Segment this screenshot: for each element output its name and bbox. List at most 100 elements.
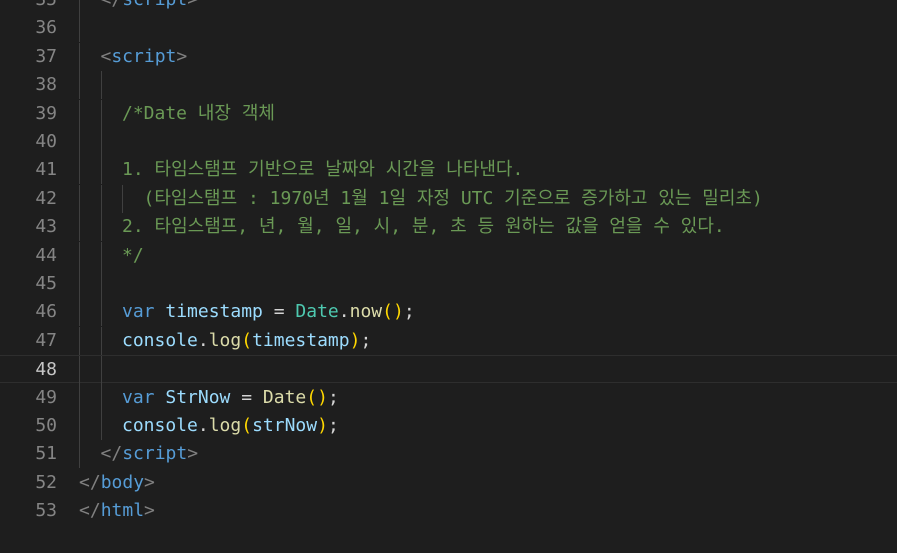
indent-guide (100, 412, 102, 440)
code-text: 1. 타임스탬프 기반으로 날짜와 시간을 나타낸다. (122, 156, 523, 184)
code-line[interactable]: 37 <script> (0, 42, 897, 71)
code-line[interactable]: 39 /*Date 내장 객체 (0, 99, 897, 128)
indent-guide (79, 270, 80, 298)
line-number: 48 (35, 359, 57, 381)
indent-guide (100, 99, 102, 128)
indent-guide (79, 356, 80, 385)
code-line[interactable]: 43 2. 타임스탬프, 년, 월, 일, 시, 분, 초 등 원하는 값을 얻을… (0, 213, 897, 242)
line-number: 47 (35, 329, 57, 351)
code-token: html (100, 500, 145, 522)
line-number: 44 (35, 244, 57, 266)
code-text: var StrNow = Date(); (122, 384, 339, 412)
code-token: ( (241, 415, 253, 436)
code-token: ) (317, 415, 328, 436)
indent-guide (100, 128, 102, 156)
indent-guide (100, 156, 102, 185)
code-token: < (100, 45, 112, 67)
code-token: StrNow (165, 386, 231, 408)
code-token: script (122, 443, 188, 465)
indent-guide (100, 71, 102, 100)
code-token: var (122, 386, 155, 408)
code-editor[interactable]: 35</script>3637<script>3839/*Date 내장 객체4… (0, 0, 897, 553)
code-token: 1. 타임스탬프 기반으로 날짜와 시간을 나타낸다. (122, 159, 524, 181)
code-line[interactable]: 52 </body> (0, 469, 897, 497)
code-token: = (230, 386, 263, 408)
code-token: </ (101, 0, 123, 10)
indent-guide (79, 298, 80, 327)
code-line[interactable]: 38 (0, 71, 897, 100)
code-token: var (122, 301, 155, 323)
code-line[interactable]: 50 console.log(strNow); (0, 412, 897, 440)
indent-guide (100, 270, 102, 298)
code-text: /*Date 내장 객체 (122, 100, 275, 128)
indent-guide (79, 383, 80, 412)
code-token: now (349, 301, 383, 323)
indent-guide (79, 128, 80, 156)
indent-guide (100, 356, 102, 385)
indent-guide (100, 184, 102, 213)
code-token: </ (79, 500, 101, 522)
code-line[interactable]: 46 var timestamp = Date.now(); (0, 298, 897, 327)
code-token: ; (403, 301, 415, 323)
code-line[interactable]: 41 1. 타임스탬프 기반으로 날짜와 시간을 나타낸다. (0, 156, 897, 185)
indent-guide (100, 213, 102, 242)
code-token: ( (241, 329, 253, 351)
code-line[interactable]: 36 (0, 14, 897, 43)
indent-guide (79, 440, 80, 469)
code-text: */ (122, 242, 144, 270)
code-token: console (122, 329, 198, 351)
code-token: console (122, 415, 198, 436)
code-line[interactable]: 48 (0, 355, 897, 385)
code-token: = (262, 301, 296, 323)
code-line[interactable]: 40 (0, 128, 897, 156)
line-number: 49 (35, 386, 57, 408)
code-token: > (176, 45, 188, 67)
code-token: */ (122, 244, 144, 266)
line-number: 53 (35, 500, 57, 522)
indent-guide (79, 241, 80, 270)
indent-guide (100, 383, 102, 412)
code-line[interactable]: 45 (0, 270, 897, 298)
line-number: 50 (35, 415, 57, 436)
line-number: 45 (35, 273, 57, 294)
code-token: () (306, 386, 328, 408)
code-token: </ (79, 471, 101, 493)
code-line[interactable]: 49 var StrNow = Date(); (0, 383, 897, 412)
code-line[interactable]: 47 console.log(timestamp); (0, 326, 897, 355)
code-token: () (382, 301, 404, 323)
line-number: 36 (35, 17, 57, 39)
code-token: > (144, 500, 155, 522)
code-token: ) (349, 329, 361, 351)
indent-guide (79, 42, 80, 71)
code-text: console.log(strNow); (122, 412, 339, 440)
code-token: ; (360, 329, 372, 351)
code-line[interactable]: 44 */ (0, 241, 897, 270)
code-token: /*Date 내장 객체 (122, 102, 275, 124)
code-token: ; (327, 386, 339, 408)
code-token: Date (262, 386, 307, 408)
code-token: > (187, 0, 198, 10)
code-line[interactable]: 51 </script> (0, 440, 897, 469)
code-line[interactable]: 35 </script> (0, 0, 897, 14)
code-token: log (208, 415, 242, 436)
indent-guide (79, 213, 80, 242)
indent-guide (79, 326, 80, 355)
indent-guide (79, 156, 80, 185)
line-number: 51 (35, 443, 57, 465)
code-token: </ (100, 443, 123, 465)
code-token: ; (327, 415, 339, 436)
code-token: . (338, 301, 350, 323)
code-text: 2. 타임스탬프, 년, 월, 일, 시, 분, 초 등 원하는 값을 얻을 수… (122, 213, 725, 241)
line-number: 41 (35, 159, 57, 181)
code-line[interactable]: 53 </html> (0, 497, 897, 525)
indent-guide (79, 71, 80, 100)
code-line[interactable]: 42 (타임스탬프 : 1970년 1월 1일 자정 UTC 기준으로 증가하고 … (0, 184, 897, 213)
code-token: timestamp (165, 301, 263, 323)
code-token: script (111, 45, 177, 67)
code-token: Date (295, 301, 339, 323)
code-token: (타임스탬프 : 1970년 1월 1일 자정 UTC 기준으로 증가하고 있는… (143, 187, 763, 209)
code-text: </script> (101, 0, 199, 14)
code-token: strNow (252, 415, 318, 436)
